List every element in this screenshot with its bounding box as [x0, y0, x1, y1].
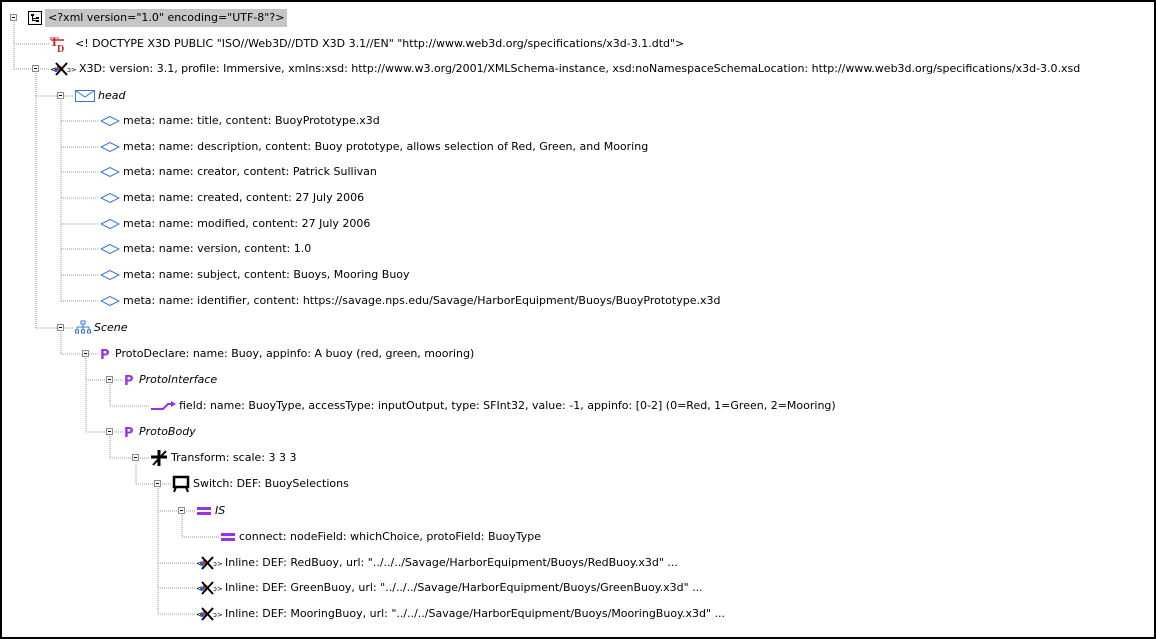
collapse-toggle-icon[interactable]: [178, 507, 185, 514]
tree-node-xmldecl[interactable]: <?xml version="1.0" encoding="UTF-8"?>: [2, 9, 1152, 27]
switch-icon: [172, 475, 190, 493]
diamond-icon: [100, 215, 120, 233]
tree-node-label: field: name: BuoyType, accessType: input…: [179, 399, 836, 412]
tree-node-label: meta: name: creator, content: Patrick Su…: [123, 165, 377, 178]
scene-graph-icon: [75, 319, 91, 337]
tree-node-protodeclare[interactable]: P ProtoDeclare: name: Buoy, appinfo: A bu…: [2, 345, 1152, 363]
tree-node-label: head: [98, 89, 126, 102]
proto-p-icon: P: [100, 345, 112, 363]
tree-node-head[interactable]: head: [2, 87, 1152, 105]
tree-node-protobody[interactable]: P ProtoBody: [2, 423, 1152, 441]
tree-node-label: meta: name: identifier, content: https:/…: [123, 294, 721, 307]
svg-text:ɔ>: ɔ>: [213, 585, 222, 593]
tree-node-label: meta: name: description, content: Buoy p…: [123, 140, 649, 153]
tree-node-scene[interactable]: Scene: [2, 319, 1152, 337]
tree-node-label: Inline: DEF: GreenBuoy, url: "../../../S…: [225, 581, 703, 594]
diamond-icon: [100, 266, 120, 284]
collapse-toggle-icon[interactable]: [10, 14, 17, 21]
collapse-toggle-icon[interactable]: [57, 324, 64, 331]
tree-node-label: Inline: DEF: RedBuoy, url: "../../../Sav…: [225, 556, 678, 569]
is-equals-icon: [196, 502, 212, 520]
tree-node-label: meta: name: title, content: BuoyPrototyp…: [123, 114, 380, 127]
diamond-icon: [100, 138, 120, 156]
tree-node-label: Switch: DEF: BuoySelections: [193, 477, 349, 490]
tree-node-label: ProtoBody: [139, 425, 196, 438]
proto-p-icon: P: [124, 371, 136, 389]
tree-node-x3d[interactable]: < ɔ> X3D: version: 3.1, profile: Immersive…: [2, 60, 1152, 78]
proto-p-icon: P: [124, 423, 136, 441]
collapse-toggle-icon[interactable]: [132, 454, 139, 461]
svg-text:ɔ>: ɔ>: [213, 560, 222, 568]
x3d-icon: < ɔ>: [196, 605, 222, 623]
tree-node-label: meta: name: subject, content: Buoys, Moo…: [123, 268, 410, 281]
svg-text:P: P: [100, 348, 110, 361]
tree-node-switch[interactable]: Switch: DEF: BuoySelections: [2, 475, 1152, 493]
tree-node-meta1[interactable]: meta: name: title, content: BuoyPrototyp…: [2, 112, 1152, 130]
tree-node-meta8[interactable]: meta: name: identifier, content: https:/…: [2, 292, 1152, 310]
is-equals-icon: [220, 528, 236, 546]
tree-node-label: Inline: DEF: MooringBuoy, url: "../../..…: [225, 607, 726, 620]
collapse-toggle-icon[interactable]: [106, 376, 113, 383]
tree-node-label: X3D: version: 3.1, profile: Immersive, x…: [79, 62, 1081, 75]
diamond-icon: [100, 292, 120, 310]
diamond-icon: [100, 240, 120, 258]
tree-node-label: connect: nodeField: whichChoice, protoFi…: [239, 530, 542, 543]
diamond-icon: [100, 163, 120, 181]
tree-node-label: <?xml version="1.0" encoding="UTF-8"?>: [45, 9, 288, 27]
tree-node-inline3[interactable]: < ɔ> Inline: DEF: MooringBuoy, url: "../..…: [2, 605, 1152, 623]
envelope-icon: [75, 87, 95, 105]
tree-node-meta2[interactable]: meta: name: description, content: Buoy p…: [2, 138, 1152, 156]
tree-node-protointerface[interactable]: P ProtoInterface: [2, 371, 1152, 389]
tree-node-meta7[interactable]: meta: name: subject, content: Buoys, Moo…: [2, 266, 1152, 284]
xml-tree-panel: <?xml version="1.0" encoding="UTF-8"?> T D…: [0, 0, 1156, 639]
tree-node-label: meta: name: modified, content: 27 July 2…: [123, 217, 371, 230]
tree-node-doctype[interactable]: T D <! DOCTYPE X3D PUBLIC "ISO//Web3D//DTD…: [2, 35, 1152, 53]
tree-node-label: ProtoDeclare: name: Buoy, appinfo: A buo…: [115, 347, 475, 360]
tree-node-transform[interactable]: Transform: scale: 3 3 3: [2, 449, 1152, 467]
dtd-icon: TD: [50, 35, 72, 53]
svg-text:P: P: [124, 426, 134, 439]
collapse-toggle-icon[interactable]: [154, 480, 161, 487]
tree-node-meta4[interactable]: meta: name: created, content: 27 July 20…: [2, 189, 1152, 207]
field-arrow-icon: [150, 397, 176, 415]
tree-node-meta3[interactable]: meta: name: creator, content: Patrick Su…: [2, 163, 1152, 181]
tree-node-label: IS: [215, 504, 226, 517]
diamond-icon: [100, 112, 120, 130]
collapse-toggle-icon[interactable]: [106, 428, 113, 435]
svg-text:P: P: [124, 374, 134, 387]
svg-text:ɔ>: ɔ>: [67, 66, 76, 74]
xml-tree: <?xml version="1.0" encoding="UTF-8"?> T D…: [2, 2, 1154, 637]
tree-node-label: meta: name: created, content: 27 July 20…: [123, 191, 365, 204]
tree-node-meta6[interactable]: meta: name: version, content: 1.0: [2, 240, 1152, 258]
collapse-toggle-icon[interactable]: [82, 350, 89, 357]
tree-node-label: <! DOCTYPE X3D PUBLIC "ISO//Web3D//DTD X…: [75, 37, 685, 50]
collapse-toggle-icon[interactable]: [57, 92, 64, 99]
tree-node-label: ProtoInterface: [139, 373, 218, 386]
tree-node-inline2[interactable]: < ɔ> Inline: DEF: GreenBuoy, url: "../../.…: [2, 579, 1152, 597]
document-tree-icon: [28, 9, 42, 27]
svg-text:ɔ>: ɔ>: [213, 611, 222, 619]
tree-node-label: Transform: scale: 3 3 3: [171, 451, 297, 464]
x3d-icon: < ɔ>: [196, 579, 222, 597]
x3d-icon: < ɔ>: [196, 554, 222, 572]
diamond-icon: [100, 189, 120, 207]
tree-node-field[interactable]: field: name: BuoyType, accessType: input…: [2, 397, 1152, 415]
tree-node-inline1[interactable]: < ɔ> Inline: DEF: RedBuoy, url: "../../../…: [2, 554, 1152, 572]
tree-node-label: meta: name: version, content: 1.0: [123, 242, 312, 255]
tree-node-is[interactable]: IS: [2, 502, 1152, 520]
x3d-icon: < ɔ>: [50, 60, 76, 78]
svg-text:D: D: [57, 44, 64, 53]
tree-node-meta5[interactable]: meta: name: modified, content: 27 July 2…: [2, 215, 1152, 233]
tree-node-label: Scene: [94, 321, 128, 334]
collapse-toggle-icon[interactable]: [32, 65, 39, 72]
tree-node-connect[interactable]: connect: nodeField: whichChoice, protoFi…: [2, 528, 1152, 546]
transform-icon: [150, 449, 168, 467]
